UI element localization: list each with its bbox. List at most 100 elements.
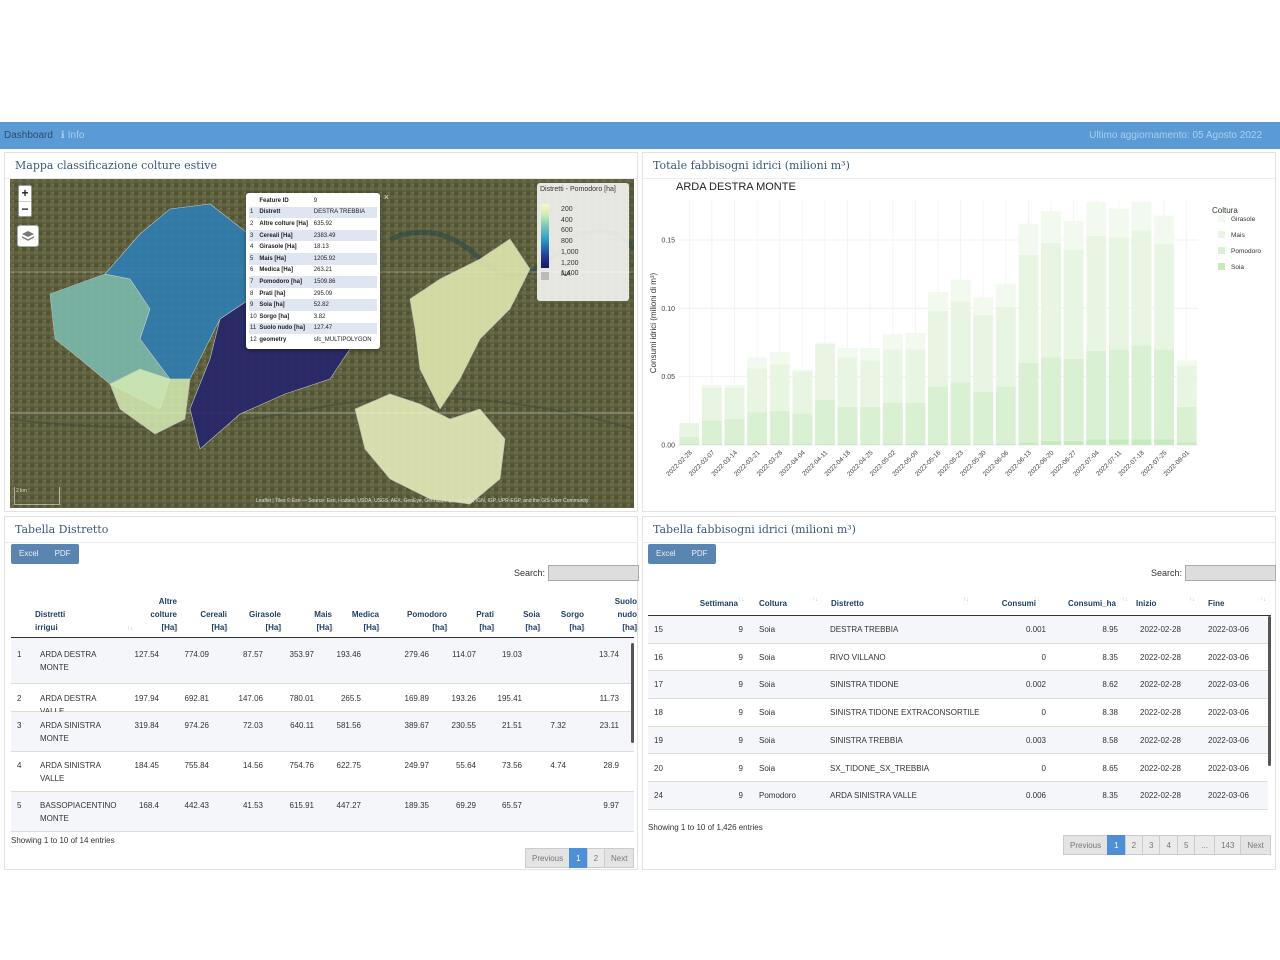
- bar-pomodoro: [1176, 406, 1197, 443]
- sort-icon[interactable]: ↑↓: [1189, 597, 1195, 603]
- distretto-page-button[interactable]: Next: [604, 848, 635, 868]
- fabbisogni-row[interactable]: 18 9 Soia SINISTRA TIDONE EXTRACONSORTILE 0 8…: [648, 699, 1268, 727]
- fabbisogni-page-button[interactable]: ...: [1194, 835, 1216, 855]
- fabbisogni-row[interactable]: 24 9 Pomodoro ARDA SINISTRA VALLE 0.006 8.35 2…: [648, 782, 1268, 810]
- fabbisogni-cell: 0: [1041, 763, 1046, 773]
- fabbisogni-page-button[interactable]: 2: [1124, 835, 1144, 855]
- sort-icon[interactable]: ↑↓: [580, 623, 586, 636]
- last-update: Ultimo aggiornamento: 05 Agosto 2022: [1089, 130, 1262, 141]
- fabbisogni-cell: Soia: [759, 680, 776, 690]
- distretto-pdf-button[interactable]: PDF: [46, 544, 79, 564]
- fabbisogni-pdf-button[interactable]: PDF: [683, 544, 716, 564]
- popup-row: 10 Sorgo [ha] 3.82: [249, 311, 377, 323]
- fabbisogni-cell: 17: [654, 680, 663, 690]
- sort-icon[interactable]: ↑↓: [1122, 597, 1128, 603]
- fabbisogni-page-button[interactable]: Next: [1240, 835, 1271, 855]
- fabbisogni-page-button[interactable]: Previous: [1063, 835, 1109, 855]
- distretto-column-header[interactable]: Sorgo [ha] ↑↓: [536, 595, 586, 636]
- legend-label: 400: [561, 216, 573, 224]
- fabbisogni-page-button[interactable]: 143: [1214, 835, 1242, 855]
- popup-row: 12 geometry sfc_MULTIPOLYGON: [249, 334, 377, 346]
- distretto-row-index: 1: [17, 650, 22, 659]
- fabbisogni-cell: SINISTRA TIDONE EXTRACONSORTILE: [830, 708, 980, 718]
- distretto-column-header[interactable]: Medica [Ha] ↑↓: [323, 595, 381, 636]
- sort-icon[interactable]: ↑↓: [738, 597, 744, 603]
- fabbisogni-row[interactable]: 19 9 Soia SINISTRA TREBBIA 0.003 8.58 2022-02-…: [648, 726, 1268, 755]
- distretto-column-header[interactable]: Prati [ha] ↑↓: [448, 595, 496, 634]
- distretto-page-button[interactable]: 1: [569, 848, 588, 868]
- zoom-in-button[interactable]: +: [19, 186, 31, 201]
- fabbisogni-column-header[interactable]: Consumi_ha: [1068, 597, 1116, 610]
- distretto-row[interactable]: 5 BASSOPIACENTINO MONTE 168.4 442.43 41.53 615…: [11, 792, 634, 832]
- distretto-name: ARDA SINISTRA MONTE: [40, 719, 120, 745]
- distretto-row[interactable]: 1 ARDA DESTRA MONTE 127.54 774.09 87.57 353.97…: [11, 638, 634, 684]
- distretto-row[interactable]: 4 ARDA SINISTRA VALLE 184.45 755.84 14.56 754.…: [11, 752, 634, 792]
- fabbisogni-search-input[interactable]: [1185, 565, 1277, 581]
- zoom-out-button[interactable]: −: [19, 201, 31, 216]
- nav-info[interactable]: ℹ Info: [61, 130, 85, 141]
- popup-key: Altre colture [Ha]: [259, 220, 309, 227]
- distretto-column-header[interactable]: Distretti irrigui ↑↓: [35, 595, 133, 634]
- fabbisogni-page-button[interactable]: 1: [1107, 835, 1126, 855]
- distretto-page-button[interactable]: 2: [586, 848, 606, 868]
- distretto-excel-button[interactable]: Excel: [11, 544, 47, 564]
- layers-button[interactable]: [17, 225, 39, 247]
- fabbisogni-cell: 2022-02-28: [1140, 763, 1181, 773]
- sort-icon[interactable]: ↑↓: [1260, 597, 1266, 603]
- feature-popup: × Feature ID 9 1 Distrett DESTRA TREBBIA 2 Alt…: [246, 192, 389, 349]
- fabbisogni-cell: SINISTRA TIDONE: [830, 680, 899, 690]
- distretto-header-line: Sorgo: [560, 610, 584, 619]
- chart-svg: ARDA DESTRA MONTE 0.00 0.05 0.10 0.15 Consumi…: [649, 181, 1261, 478]
- distretto-row[interactable]: 2 ARDA DESTRA VALLE 197.94 692.81 147.06 780.…: [11, 684, 634, 716]
- distretto-scrollbar[interactable]: [631, 643, 634, 743]
- distretto-column-header[interactable]: Pomodoro [ha] ↑↓: [383, 595, 449, 634]
- fabbisogni-page-button[interactable]: 3: [1142, 835, 1161, 855]
- fabbisogni-cell: 2022-03-06: [1208, 652, 1249, 662]
- distretto-header-line: [Ha]: [363, 623, 379, 632]
- distretto-column-header[interactable]: Suolo nudo [ha] ↑↓: [589, 595, 639, 636]
- distretto-page-button[interactable]: Previous: [525, 848, 571, 868]
- bar-soia: [1086, 439, 1107, 445]
- fabbisogni-page-button[interactable]: 4: [1159, 835, 1178, 855]
- bar-mais: [815, 343, 835, 400]
- distretto-name-line1: BASSOPIACENTINO: [40, 801, 117, 810]
- layers-icon: [21, 231, 35, 241]
- nav-dashboard[interactable]: Dashboard: [4, 130, 53, 141]
- fabbisogni-column-header[interactable]: Coltura: [759, 597, 799, 610]
- popup-table: Feature ID 9 1 Distrett DESTRA TREBBIA 2 Altre…: [249, 195, 377, 346]
- fabbisogni-row[interactable]: 16 9 Soia RIVO VILLANO 0 8.35 2022-02-28 2022-0…: [648, 644, 1268, 672]
- sort-icon[interactable]: ↑↓: [963, 597, 969, 603]
- distretto-name-line2: MONTE: [40, 663, 69, 672]
- popup-idx: 2: [250, 220, 254, 227]
- fabbisogni-column-header[interactable]: Fine: [1208, 597, 1248, 610]
- fabbisogni-column-header[interactable]: Consumi: [996, 597, 1036, 610]
- bar-pomodoro: [679, 436, 700, 444]
- fabbisogni-column-header[interactable]: Inizio: [1136, 597, 1176, 610]
- distretto-header-line: [ha]: [622, 623, 637, 632]
- distretto-column-header[interactable]: Soia [ha] ↑↓: [494, 595, 542, 634]
- fabbisogni-excel-button[interactable]: Excel: [648, 544, 684, 564]
- sort-icon[interactable]: ↑↓: [633, 623, 639, 636]
- popup-key: Feature ID: [259, 197, 289, 204]
- bar-soia: [792, 443, 813, 445]
- fabbisogni-row[interactable]: 17 9 Soia SINISTRA TIDONE 0.002 8.62 2022-02-2…: [648, 671, 1268, 700]
- fabbisogni-row[interactable]: 20 9 Soia SX_TIDONE_SX_TREBBIA 0 8.65 2022-02-…: [648, 755, 1268, 783]
- distretto-header-line: Pomodoro: [407, 610, 447, 619]
- fabbisogni-header-label: Fine: [1208, 599, 1225, 608]
- fabbisogni-column-header[interactable]: Distretto: [831, 597, 951, 610]
- distretto-value: 23.11: [599, 721, 619, 730]
- distretto-column-header[interactable]: Girasole [Ha] ↑↓: [225, 595, 283, 634]
- fabbisogni-row[interactable]: 15 9 Soia DESTRA TREBBIA 0.001 8.95 2022-02-28…: [648, 616, 1268, 644]
- fabbisogni-column-header[interactable]: Settimana: [698, 597, 738, 610]
- popup-close-icon[interactable]: ×: [384, 192, 389, 202]
- distretto-column-header[interactable]: Altre colture [Ha] ↑↓: [121, 595, 179, 634]
- bar-mais: [950, 301, 971, 383]
- sort-icon[interactable]: ↑↓: [812, 597, 818, 603]
- distretto-search-input[interactable]: [548, 565, 640, 581]
- sort-icon[interactable]: ↑↓: [375, 623, 381, 636]
- sort-icon[interactable]: ↑↓: [1034, 597, 1040, 603]
- fabbisogni-page-button[interactable]: 5: [1176, 835, 1196, 855]
- distretto-row[interactable]: 3 ARDA SINISTRA MONTE 319.84 974.26 72.03 640.…: [11, 712, 634, 752]
- fabbisogni-scrollbar[interactable]: [1268, 616, 1271, 766]
- distretto-column-header[interactable]: Cereali [Ha] ↑↓: [171, 595, 229, 634]
